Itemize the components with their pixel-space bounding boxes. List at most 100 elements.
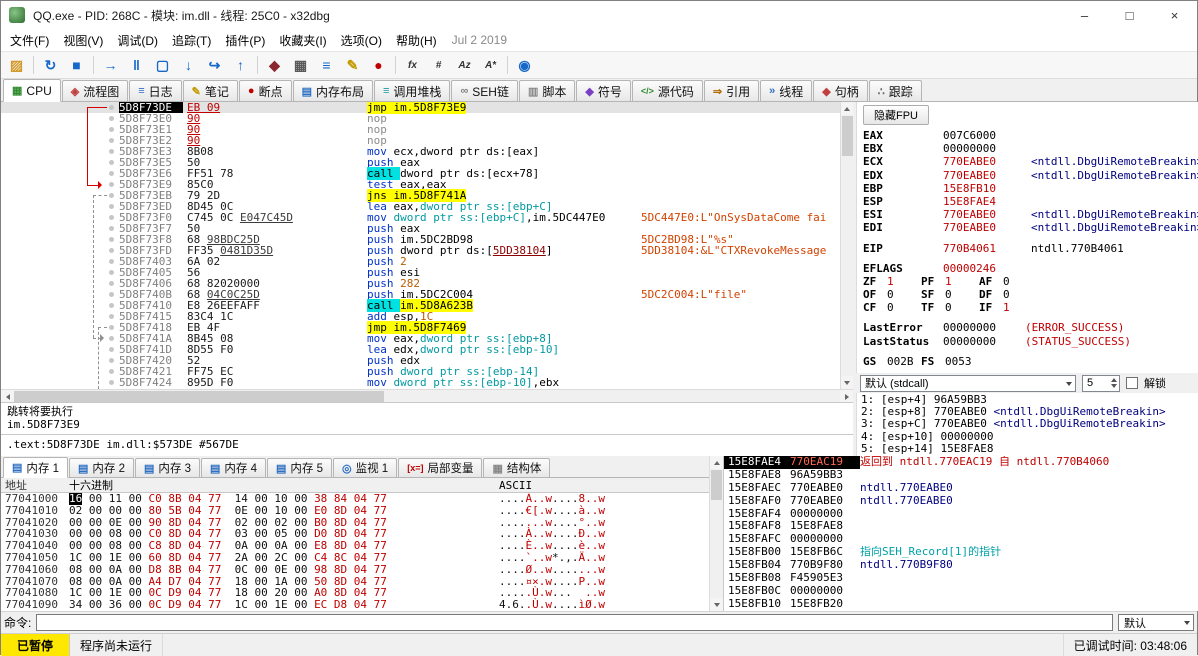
- dump-row[interactable]: 7704109034 00 36 00 0C D9 04 77 1C 00 1E…: [1, 599, 709, 611]
- pause-button[interactable]: ‖: [125, 54, 148, 76]
- breakpoint-dot[interactable]: [109, 314, 114, 319]
- disassembly-vscrollbar[interactable]: [840, 102, 853, 389]
- tab-locals[interactable]: [x=]局部变量: [398, 458, 482, 477]
- stack-row[interactable]: 15E8FAE4770EAC19返回到 ntdll.770EAC19 自 ntd…: [724, 456, 1198, 469]
- tab-source[interactable]: </>源代码: [632, 80, 703, 101]
- breakpoint-dot[interactable]: [109, 248, 114, 253]
- register-row[interactable]: EBX00000000: [863, 142, 1193, 155]
- stack-row[interactable]: 15E8FAEC770EABE0ntdll.770EABE0: [724, 482, 1198, 495]
- run-to-user-code-button[interactable]: ▢: [151, 54, 174, 76]
- step-into-button[interactable]: ↓: [177, 54, 200, 76]
- menu-item[interactable]: 选项(O): [334, 31, 389, 51]
- calling-convention-select[interactable]: 默认 (stdcall): [860, 375, 1076, 392]
- menu-item[interactable]: 追踪(T): [165, 31, 218, 51]
- stepper-down-icon[interactable]: [1111, 384, 1117, 388]
- maximize-button[interactable]: □: [1107, 1, 1152, 29]
- scylla-button[interactable]: ◉: [513, 54, 536, 76]
- functions-button[interactable]: fx: [401, 54, 424, 76]
- disassembly-pane[interactable]: 5D8F73DEEB 09jmp im.5D8F73E95D8F73E090no…: [1, 102, 853, 389]
- tab-dump1[interactable]: ▤内存 1: [3, 457, 68, 478]
- comments-button[interactable]: #: [427, 54, 450, 76]
- breakpoint-dot[interactable]: [109, 336, 114, 341]
- register-row[interactable]: EFLAGS00000246: [863, 262, 1193, 275]
- tab-dump5[interactable]: ▤内存 5: [267, 458, 332, 477]
- disasm-row[interactable]: 5D8F7424895D F0mov dword ptr ss:[ebp-10]…: [1, 377, 853, 388]
- breakpoint-dot[interactable]: [109, 215, 114, 220]
- memory-dump-pane[interactable]: 7704100016 00 11 00 C0 8B 04 77 14 00 10…: [1, 493, 709, 611]
- breakpoint-dot[interactable]: [109, 116, 114, 121]
- stepper-arrows[interactable]: [1111, 378, 1117, 388]
- breakpoint-dot[interactable]: [109, 204, 114, 209]
- tab-dump2[interactable]: ▤内存 2: [69, 458, 134, 477]
- registers-pane[interactable]: 隐藏FPU EAX007C6000EBX00000000ECX770EABE0<…: [856, 102, 1198, 373]
- stop-button[interactable]: ■: [65, 54, 88, 76]
- breakpoint-dot[interactable]: [109, 105, 114, 110]
- register-row[interactable]: ECX770EABE0<ntdll.DbgUiRemoteBreakin>: [863, 155, 1193, 168]
- tab-threads[interactable]: »线程: [760, 80, 812, 101]
- register-row[interactable]: EDX770EABE0<ntdll.DbgUiRemoteBreakin>: [863, 169, 1193, 182]
- menu-item[interactable]: 收藏夹(I): [272, 31, 333, 51]
- bookmarks-button[interactable]: A*: [479, 54, 502, 76]
- breakpoint-dot[interactable]: [109, 292, 114, 297]
- open-file-button[interactable]: ▨: [5, 54, 28, 76]
- hide-fpu-button[interactable]: 隐藏FPU: [863, 105, 929, 125]
- tab-trace[interactable]: ∴跟踪: [869, 80, 922, 101]
- register-row[interactable]: EIP770B4061ntdll.770B4061: [863, 242, 1193, 255]
- breakpoint-dot[interactable]: [109, 358, 114, 363]
- breakpoint-dot[interactable]: [109, 347, 114, 352]
- register-row[interactable]: CF0TF0IF1: [863, 301, 1193, 314]
- tab-handles[interactable]: ◆句柄: [813, 80, 867, 101]
- breakpoint-dot[interactable]: [109, 149, 114, 154]
- trace-button[interactable]: ◆: [263, 54, 286, 76]
- breakpoint-dot[interactable]: [109, 303, 114, 308]
- dump-vscrollbar[interactable]: [709, 456, 723, 611]
- tab-graph[interactable]: ◈流程图: [62, 80, 128, 101]
- disassembly-hscrollbar[interactable]: [1, 389, 853, 402]
- breakpoint-dot[interactable]: [109, 127, 114, 132]
- stack-row[interactable]: 15E8FAF0770EABE0ntdll.770EABE0: [724, 495, 1198, 508]
- argument-row[interactable]: 5: [esp+14] 15E8FAE8: [861, 443, 1195, 455]
- scroll-up-button[interactable]: [710, 456, 723, 469]
- command-type-select[interactable]: 默认: [1118, 614, 1194, 631]
- scroll-down-button[interactable]: [841, 376, 853, 389]
- run-button[interactable]: →: [99, 54, 122, 76]
- breakpoint-dot[interactable]: [109, 237, 114, 242]
- breakpoint-dot[interactable]: [109, 281, 114, 286]
- register-row[interactable]: ESI770EABE0<ntdll.DbgUiRemoteBreakin>: [863, 208, 1193, 221]
- breakpoint-dot[interactable]: [109, 138, 114, 143]
- tab-references[interactable]: ⇒引用: [704, 80, 759, 101]
- tab-log[interactable]: ≡日志: [129, 80, 181, 101]
- register-row[interactable]: ESP15E8FAE4: [863, 195, 1193, 208]
- breakpoint-dot[interactable]: [109, 182, 114, 187]
- breakpoint-dot[interactable]: [109, 380, 114, 385]
- breakpoint-dot[interactable]: [109, 259, 114, 264]
- tab-breakpoints[interactable]: ●断点: [239, 80, 292, 101]
- tab-dump3[interactable]: ▤内存 3: [135, 458, 200, 477]
- log-button[interactable]: ≡: [315, 54, 338, 76]
- breakpoints-button[interactable]: ●: [367, 54, 390, 76]
- breakpoint-dot[interactable]: [109, 369, 114, 374]
- minimize-button[interactable]: –: [1062, 1, 1107, 29]
- register-row[interactable]: EAX007C6000: [863, 129, 1193, 142]
- tab-script[interactable]: ▥脚本: [519, 80, 575, 101]
- menu-item[interactable]: 文件(F): [3, 31, 56, 51]
- stack-pane[interactable]: 15E8FAE4770EAC19返回到 ntdll.770EAC19 自 ntd…: [723, 456, 1198, 611]
- register-row[interactable]: ZF1PF1AF0: [863, 275, 1193, 288]
- breakpoint-dot[interactable]: [109, 193, 114, 198]
- tab-memory-map[interactable]: ▤内存布局: [293, 80, 373, 101]
- step-over-button[interactable]: ↪: [203, 54, 226, 76]
- arguments-pane[interactable]: 1: [esp+4] 96A59BB32: [esp+8] 770EABE0 <…: [856, 393, 1198, 456]
- labels-button[interactable]: Az: [453, 54, 476, 76]
- stack-row[interactable]: 15E8FB0C00000000: [724, 585, 1198, 598]
- scrollbar-thumb[interactable]: [711, 470, 722, 500]
- step-out-button[interactable]: ↑: [229, 54, 252, 76]
- tab-cpu[interactable]: ▦CPU: [3, 79, 61, 102]
- breakpoint-dot[interactable]: [109, 171, 114, 176]
- stack-row[interactable]: 15E8FAE896A59BB3: [724, 469, 1198, 482]
- register-row[interactable]: EBP15E8FB10: [863, 182, 1193, 195]
- tab-dump4[interactable]: ▤内存 4: [201, 458, 266, 477]
- register-row[interactable]: LastError00000000(ERROR_SUCCESS): [863, 321, 1193, 334]
- tab-symbols[interactable]: ◆符号: [576, 80, 630, 101]
- menu-item[interactable]: 调试(D): [110, 31, 165, 51]
- notes-button[interactable]: ✎: [341, 54, 364, 76]
